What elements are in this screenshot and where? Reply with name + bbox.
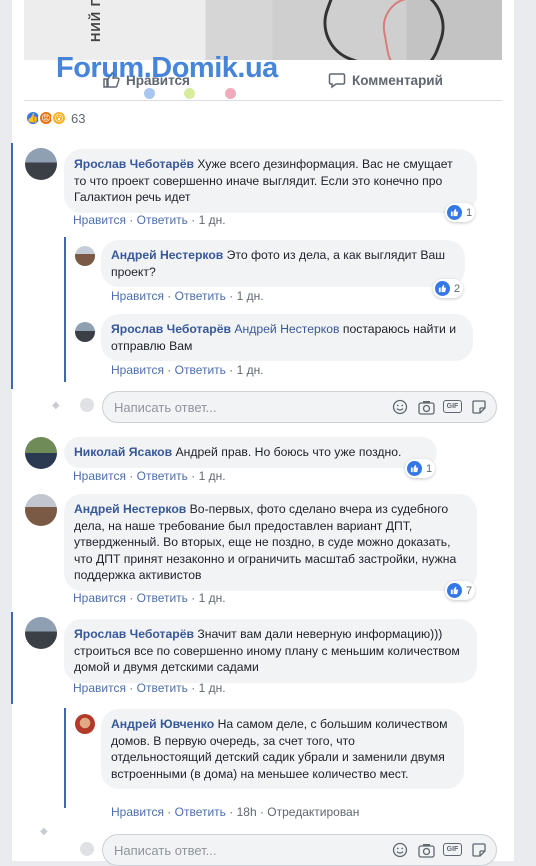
comment-time[interactable]: 1 дн. (199, 591, 226, 605)
avatar-placeholder (80, 398, 94, 412)
comment-author[interactable]: Андрей Нестерков (74, 502, 186, 516)
like-link[interactable]: Нравится (73, 681, 126, 695)
comment-bubble: Николай Ясаков Андрей прав. Но боюсь что… (64, 437, 437, 468)
reactions-summary[interactable]: 👍 😡 😮 63 (25, 110, 85, 126)
dot-green (184, 88, 195, 99)
photo-plan (378, 0, 502, 60)
dot-blue (144, 88, 155, 99)
comment-bubble: Ярослав Чеботарёв Андрей Нестерков поста… (101, 314, 473, 361)
camera-icon[interactable] (417, 398, 435, 416)
reply-link[interactable]: Ответить (137, 213, 188, 227)
reply-placeholder: Написать ответ... (114, 400, 217, 415)
mention-tag[interactable]: Андрей Нестерков (234, 322, 339, 336)
comment-meta: Нравится · Ответить · 1 дн. (73, 591, 226, 605)
like-icon (447, 205, 462, 220)
avatar[interactable] (25, 494, 57, 526)
comment-action-label: Комментарий (352, 72, 443, 88)
comment-icon (328, 73, 346, 89)
comment-meta: Нравится · Ответить · 1 дн. (73, 681, 226, 695)
reply-link[interactable]: Ответить (175, 805, 226, 819)
like-link[interactable]: Нравится (73, 591, 126, 605)
emoji-icon[interactable] (391, 398, 409, 416)
like-link[interactable]: Нравится (111, 805, 164, 819)
divider (24, 100, 502, 101)
color-dots (144, 88, 244, 100)
comment-time[interactable]: 1 дн. (237, 363, 264, 377)
comment-bubble: Ярослав Чеботарёв Хуже всего дезинформац… (64, 149, 477, 213)
comment-meta: Нравится · Ответить · 1 дн. (111, 289, 264, 303)
comment-meta: Нравится · Ответить · 18h · Отредактиров… (111, 805, 360, 819)
reply-link[interactable]: Ответить (175, 289, 226, 303)
sticker-icon[interactable] (470, 398, 488, 416)
emoji-icon[interactable] (391, 841, 409, 859)
comment-action-button[interactable]: Комментарий (328, 66, 443, 94)
wow-reaction-icon: 😮 (51, 110, 67, 126)
comment-like-count[interactable]: 7 (445, 581, 476, 600)
collapse-indicator: ◆ (40, 826, 48, 837)
comment-time[interactable]: 1 дн. (199, 469, 226, 483)
comment-meta: Нравится · Ответить · 1 дн. (73, 469, 226, 483)
avatar[interactable] (25, 437, 57, 469)
avatar-placeholder (80, 842, 94, 856)
camera-icon[interactable] (417, 841, 435, 859)
like-count: 7 (466, 584, 473, 597)
reply-input[interactable]: Написать ответ... GIF (102, 391, 497, 423)
comment-bubble: Андрей Нестерков Это фото из дела, а как… (101, 240, 465, 287)
comment-meta: Нравится · Ответить · 1 дн. (73, 213, 226, 227)
like-link[interactable]: Нравится (111, 363, 164, 377)
like-link[interactable]: Нравится (111, 289, 164, 303)
dot-pink (225, 88, 236, 99)
like-icon (407, 461, 422, 476)
reply-placeholder: Написать ответ... (114, 843, 217, 858)
post-photo[interactable]: НИЙ П (24, 0, 502, 60)
avatar[interactable] (75, 322, 95, 342)
like-link[interactable]: Нравится (73, 469, 126, 483)
like-icon (447, 583, 462, 598)
reply-link[interactable]: Ответить (137, 469, 188, 483)
avatar[interactable] (75, 714, 95, 734)
reply-link[interactable]: Ответить (175, 363, 226, 377)
comment-like-count[interactable]: 1 (445, 203, 476, 222)
comment-bubble: Ярослав Чеботарёв Значит вам дали неверн… (64, 619, 477, 683)
reply-thread-indicator (64, 237, 66, 382)
comment-text: Андрей прав. Но боюсь что уже поздно. (175, 445, 402, 459)
comment-author[interactable]: Ярослав Чеботарёв (74, 157, 194, 171)
photo-text: НИЙ П (88, 0, 103, 43)
comment-author[interactable]: Николай Ясаков (74, 445, 172, 459)
like-count: 1 (466, 206, 473, 219)
avatar[interactable] (75, 246, 95, 266)
comment-like-count[interactable]: 1 (405, 459, 436, 478)
gif-icon[interactable]: GIF (443, 400, 462, 413)
reaction-count: 63 (71, 110, 86, 126)
comment-bubble: Андрей Ювченко На самом деле, с большим … (101, 709, 464, 789)
comment-time[interactable]: 1 дн. (199, 213, 226, 227)
like-icon (435, 281, 450, 296)
thread-indicator (11, 143, 13, 389)
reply-input[interactable]: Написать ответ... GIF (102, 834, 497, 866)
like-count: 2 (454, 282, 461, 295)
watermark: Forum.Domik.ua (56, 52, 278, 84)
reply-link[interactable]: Ответить (137, 591, 188, 605)
comment-meta: Нравится · Ответить · 1 дн. (111, 363, 264, 377)
gif-icon[interactable]: GIF (443, 843, 462, 856)
comment-time[interactable]: 1 дн. (199, 681, 226, 695)
like-count: 1 (426, 462, 433, 475)
avatar[interactable] (25, 617, 57, 649)
reply-thread-indicator (64, 708, 66, 808)
comment-author[interactable]: Андрей Ювченко (111, 717, 214, 731)
comment-author[interactable]: Андрей Нестерков (111, 248, 223, 262)
sticker-icon[interactable] (470, 841, 488, 859)
thread-indicator (11, 612, 13, 704)
collapse-indicator: ◆ (52, 400, 60, 411)
reply-link[interactable]: Ответить (137, 681, 188, 695)
comment-time[interactable]: 18h (237, 805, 257, 819)
comment-bubble: Андрей Нестерков Во-первых, фото сделано… (64, 494, 477, 591)
edited-label[interactable]: Отредактирован (267, 805, 359, 819)
comment-time[interactable]: 1 дн. (237, 289, 264, 303)
comment-author[interactable]: Ярослав Чеботарёв (74, 627, 194, 641)
avatar[interactable] (25, 148, 57, 180)
like-link[interactable]: Нравится (73, 213, 126, 227)
comment-author[interactable]: Ярослав Чеботарёв (111, 322, 231, 336)
comment-like-count[interactable]: 2 (433, 279, 464, 298)
